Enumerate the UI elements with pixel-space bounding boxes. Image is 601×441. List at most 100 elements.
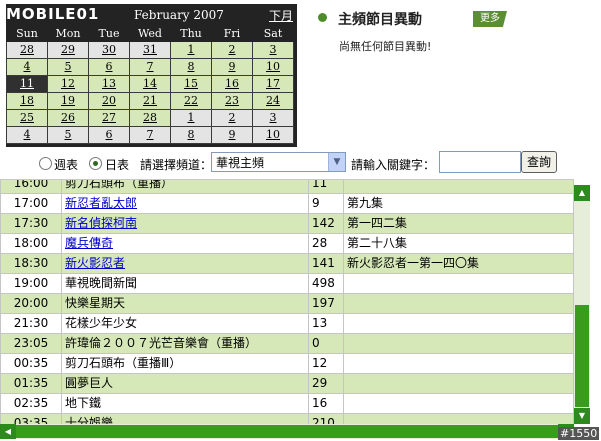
calendar-day[interactable]: 29 <box>47 41 89 59</box>
calendar-day-label: 14 <box>143 77 157 90</box>
calendar-day[interactable]: 12 <box>47 75 89 93</box>
weekly-label: 週表 <box>54 158 79 172</box>
program-link[interactable]: 新火影忍者 <box>65 256 125 270</box>
schedule-note <box>343 293 574 314</box>
program-link[interactable]: 新忍者亂太郎 <box>65 196 137 210</box>
schedule-time: 23:05 <box>0 333 62 354</box>
calendar-day[interactable]: 7 <box>129 126 171 144</box>
calendar-week-row: 4 5 6 7 8 9 10 <box>6 126 294 144</box>
scroll-left-icon[interactable]: ◀ <box>0 424 16 439</box>
calendar-day-label: 6 <box>105 128 113 141</box>
schedule-panel: 16:00 剪刀石頭布（重播） 11 17:00 新忍者亂太郎 9 第九集 17:30 新名偵探… <box>0 179 574 425</box>
calendar-day-label: 10 <box>266 60 280 73</box>
calendar-day-label: 25 <box>20 111 34 124</box>
program-title: 地下鐵 <box>65 396 102 410</box>
calendar-day-label: 31 <box>143 43 157 56</box>
schedule-row: 20:00 快樂星期天 197 <box>0 293 574 314</box>
calendar-day[interactable]: 25 <box>6 109 48 127</box>
calendar-day[interactable]: 31 <box>129 41 171 59</box>
schedule-program-cell: 圓夢巨人 <box>61 373 309 394</box>
daily-radio[interactable] <box>89 157 102 170</box>
calendar-day[interactable]: 1 <box>170 109 212 127</box>
horizontal-scroll-thumb[interactable] <box>16 425 558 438</box>
scroll-down-icon[interactable]: ▼ <box>574 408 590 424</box>
calendar-day-today[interactable]: 11 <box>6 75 48 93</box>
channel-select[interactable]: 華視主頻 ▼ <box>211 152 346 172</box>
horizontal-scrollbar[interactable]: ◀ ▶ <box>0 424 574 439</box>
calendar-day[interactable]: 10 <box>252 126 294 144</box>
schedule-table: 16:00 剪刀石頭布（重播） 11 17:00 新忍者亂太郎 9 第九集 17:30 新名偵探… <box>0 179 574 425</box>
schedule-note <box>343 373 574 394</box>
schedule-episode: 197 <box>308 293 344 314</box>
calendar-day[interactable]: 30 <box>88 41 130 59</box>
calendar-day[interactable]: 10 <box>252 58 294 76</box>
calendar-day[interactable]: 17 <box>252 75 294 93</box>
calendar-day[interactable]: 7 <box>129 58 171 76</box>
calendar-day[interactable]: 23 <box>211 92 253 110</box>
schedule-row: 16:00 剪刀石頭布（重播） 11 <box>0 179 574 194</box>
calendar-day[interactable]: 14 <box>129 75 171 93</box>
vertical-scrollbar[interactable]: ▲ ▼ <box>574 185 590 424</box>
calendar-day[interactable]: 27 <box>88 109 130 127</box>
calendar-day[interactable]: 21 <box>129 92 171 110</box>
calendar-day-label: 11 <box>20 77 34 90</box>
schedule-note: 第二十八集 <box>343 233 574 254</box>
calendar-day[interactable]: 9 <box>211 58 253 76</box>
chevron-down-icon[interactable]: ▼ <box>328 153 345 171</box>
calendar-day[interactable]: 28 <box>6 41 48 59</box>
calendar-day[interactable]: 5 <box>47 126 89 144</box>
calendar-day[interactable]: 3 <box>252 109 294 127</box>
schedule-episode: 11 <box>308 180 344 194</box>
more-button[interactable]: 更多 <box>473 11 507 27</box>
program-link[interactable]: 魔兵傳奇 <box>65 236 113 250</box>
schedule-row: 17:00 新忍者亂太郎 9 第九集 <box>0 193 574 214</box>
calendar-day[interactable]: 16 <box>211 75 253 93</box>
calendar-day-label: 28 <box>143 111 157 124</box>
search-button[interactable]: 查詢 <box>521 151 557 173</box>
calendar-day[interactable]: 20 <box>88 92 130 110</box>
program-title: 剪刀石頭布（重播） <box>65 179 174 190</box>
calendar-day[interactable]: 26 <box>47 109 89 127</box>
program-title: 許瑋倫２００７光芒音樂會（重播） <box>65 336 258 350</box>
calendar-day-label: 29 <box>61 43 75 56</box>
calendar-day-label: 22 <box>184 94 198 107</box>
calendar-day[interactable]: 5 <box>47 58 89 76</box>
calendar-day-label: 27 <box>102 111 116 124</box>
calendar-day[interactable]: 4 <box>6 58 48 76</box>
calendar-day[interactable]: 4 <box>6 126 48 144</box>
calendar-day-label: 1 <box>187 111 195 124</box>
calendar-day[interactable]: 8 <box>170 126 212 144</box>
calendar-day[interactable]: 22 <box>170 92 212 110</box>
weekly-radio[interactable] <box>39 157 52 170</box>
calendar-day-label: 5 <box>64 128 72 141</box>
calendar-day[interactable]: 2 <box>211 41 253 59</box>
calendar-day[interactable]: 9 <box>211 126 253 144</box>
schedule-note: 第九集 <box>343 193 574 214</box>
scroll-up-icon[interactable]: ▲ <box>574 185 590 201</box>
calendar-day[interactable]: 6 <box>88 58 130 76</box>
schedule-note <box>343 313 574 334</box>
calendar-day-label: 3 <box>269 43 277 56</box>
calendar-day[interactable]: 19 <box>47 92 89 110</box>
news-empty-message: 尚無任何節目異動! <box>339 40 432 53</box>
calendar-day[interactable]: 8 <box>170 58 212 76</box>
calendar-day[interactable]: 15 <box>170 75 212 93</box>
calendar-day[interactable]: 1 <box>170 41 212 59</box>
schedule-program-cell: 新火影忍者 <box>61 253 309 274</box>
calendar-day[interactable]: 2 <box>211 109 253 127</box>
schedule-time: 20:00 <box>0 293 62 314</box>
vertical-scroll-thumb[interactable] <box>575 305 589 407</box>
calendar-day[interactable]: 24 <box>252 92 294 110</box>
program-link[interactable]: 新名偵探柯南 <box>65 216 137 230</box>
program-title: 剪刀石頭布（重播Ⅲ） <box>65 356 182 370</box>
calendar-day[interactable]: 3 <box>252 41 294 59</box>
schedule-note <box>343 353 574 374</box>
schedule-episode: 12 <box>308 353 344 374</box>
calendar-day[interactable]: 18 <box>6 92 48 110</box>
calendar-day[interactable]: 13 <box>88 75 130 93</box>
schedule-episode: 9 <box>308 193 344 214</box>
calendar-day[interactable]: 6 <box>88 126 130 144</box>
next-month-link[interactable]: 下月 <box>269 7 293 24</box>
calendar-day[interactable]: 28 <box>129 109 171 127</box>
keyword-input[interactable] <box>439 151 521 173</box>
